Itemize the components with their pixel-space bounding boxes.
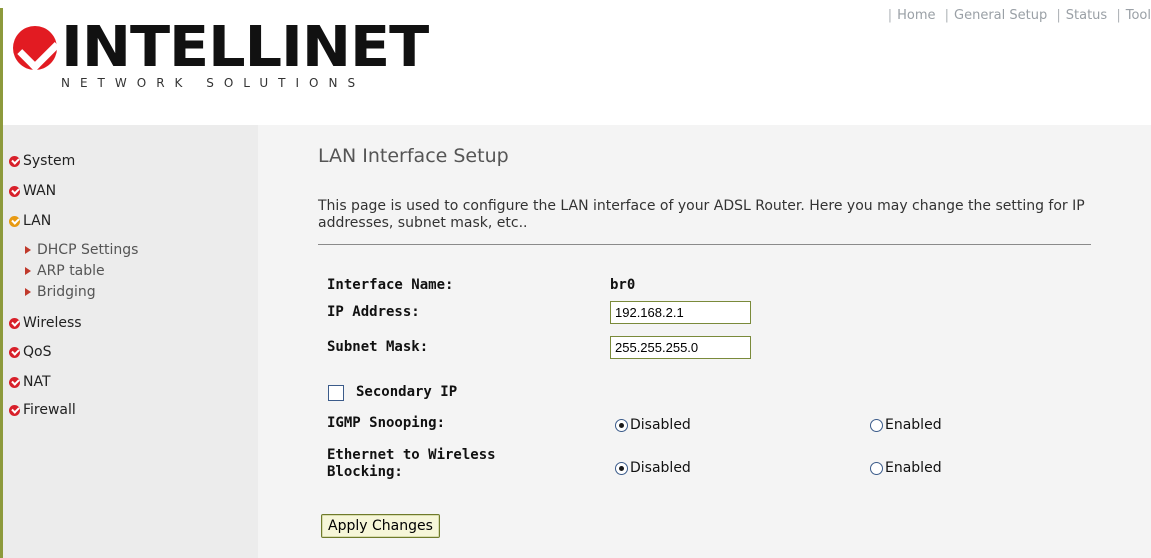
sidebar-item-qos[interactable]: QoS	[9, 344, 51, 360]
check-bullet-icon	[9, 404, 20, 416]
header: INTELLINET NETWORK SOLUTIONS | Home | Gene…	[3, 0, 1151, 125]
ip-address-input[interactable]	[610, 301, 751, 324]
brand-tagline: NETWORK SOLUTIONS	[61, 76, 366, 90]
sidebar-item-firewall[interactable]: Firewall	[9, 402, 76, 418]
sidebar-item-wan[interactable]: WAN	[9, 183, 56, 199]
subnet-mask-label: Subnet Mask:	[327, 339, 429, 355]
sidebar-subitem-dhcp-settings[interactable]: DHCP Settings	[25, 242, 138, 258]
sidebar-subitem-arp-table[interactable]: ARP table	[25, 263, 105, 279]
subnet-mask-input[interactable]	[610, 336, 751, 359]
sidebar-item-label: WAN	[23, 183, 57, 199]
sidebar-item-label: LAN	[23, 213, 52, 229]
sidebar-item-nat[interactable]: NAT	[9, 374, 51, 390]
check-bullet-icon	[9, 346, 20, 358]
arrow-right-icon	[25, 267, 31, 275]
sidebar-item-label: QoS	[23, 344, 52, 360]
check-bullet-icon	[9, 215, 20, 227]
main-content: LAN Interface Setup This page is used to…	[258, 125, 1151, 558]
sidebar-item-lan[interactable]: LAN	[9, 213, 51, 229]
sidebar-subitem-label: DHCP Settings	[37, 242, 139, 258]
sidebar-item-label: System	[23, 153, 76, 169]
apply-changes-button[interactable]: Apply Changes	[321, 514, 440, 538]
sidebar: System WAN LAN DHCP Settings ARP table B…	[3, 125, 258, 558]
topnav-tool[interactable]: Tool	[1126, 8, 1151, 23]
logo-check-icon	[13, 26, 60, 72]
ip-address-label: IP Address:	[327, 304, 420, 320]
sidebar-item-label: NAT	[23, 374, 51, 390]
topnav-home[interactable]: Home	[897, 8, 935, 23]
sidebar-subitem-label: Bridging	[37, 284, 96, 300]
sidebar-item-wireless[interactable]: Wireless	[9, 315, 82, 331]
eth-wireless-enabled-radio[interactable]: Enabled	[870, 460, 942, 476]
sidebar-item-label: Firewall	[23, 402, 76, 418]
igmp-disabled-radio[interactable]: Disabled	[615, 417, 691, 433]
page-description: This page is used to configure the LAN i…	[318, 198, 1085, 231]
divider	[318, 244, 1091, 245]
secondary-ip-checkbox[interactable]	[328, 385, 344, 401]
radio-label: Enabled	[885, 460, 942, 476]
radio-label: Enabled	[885, 417, 942, 433]
radio-label: Disabled	[630, 460, 691, 476]
radio-label: Disabled	[630, 417, 691, 433]
check-bullet-icon	[9, 376, 20, 388]
interface-name-value: br0	[610, 277, 636, 293]
brand-name: INTELLINET	[61, 15, 429, 80]
top-nav: | Home | General Setup | Status | Tool	[887, 8, 1151, 23]
interface-name-label: Interface Name:	[327, 277, 454, 293]
arrow-right-icon	[25, 246, 31, 254]
check-bullet-icon	[9, 185, 20, 197]
secondary-ip-label: Secondary IP	[356, 384, 458, 400]
topnav-status[interactable]: Status	[1066, 8, 1107, 23]
check-bullet-icon	[9, 155, 20, 167]
radio-unselected-icon	[870, 461, 883, 475]
sidebar-subitem-label: ARP table	[37, 263, 105, 279]
radio-selected-icon	[615, 461, 628, 475]
ethernet-wireless-blocking-label: Ethernet to Wireless Blocking:	[327, 447, 496, 480]
check-bullet-icon	[9, 317, 20, 329]
eth-wireless-disabled-radio[interactable]: Disabled	[615, 460, 691, 476]
topnav-general-setup[interactable]: General Setup	[954, 8, 1047, 23]
igmp-snooping-label: IGMP Snooping:	[327, 415, 446, 431]
igmp-enabled-radio[interactable]: Enabled	[870, 417, 942, 433]
radio-unselected-icon	[870, 418, 883, 432]
sidebar-subitem-bridging[interactable]: Bridging	[25, 284, 96, 300]
page-title: LAN Interface Setup	[318, 145, 509, 167]
sidebar-item-system[interactable]: System	[9, 153, 75, 169]
radio-selected-icon	[615, 418, 628, 432]
sidebar-item-label: Wireless	[23, 315, 82, 331]
arrow-right-icon	[25, 288, 31, 296]
